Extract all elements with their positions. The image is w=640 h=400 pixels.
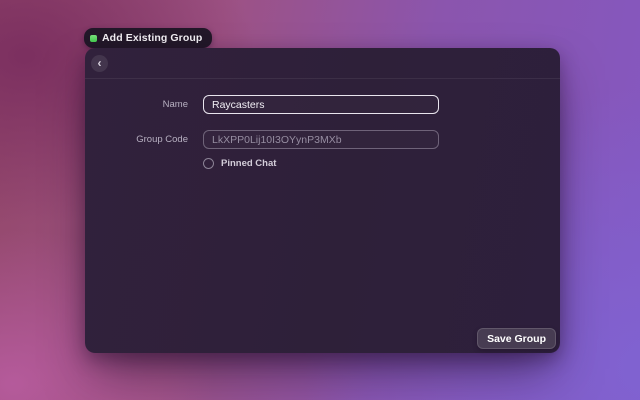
group-code-field-row: Group Code [85, 130, 560, 149]
window-header: ‹ [85, 48, 560, 79]
green-status-dot-icon [90, 35, 97, 42]
pinned-chat-label: Pinned Chat [221, 158, 276, 169]
badge-label: Add Existing Group [102, 32, 202, 44]
group-code-input[interactable] [203, 130, 439, 149]
name-label: Name [85, 99, 188, 110]
name-field-row: Name [85, 95, 560, 114]
pinned-chat-row: Pinned Chat [203, 158, 560, 169]
group-code-label: Group Code [85, 134, 188, 145]
desktop-background: Add Existing Group ‹ Name Group Code Pin… [0, 0, 640, 400]
back-button[interactable]: ‹ [91, 55, 108, 72]
pinned-chat-checkbox[interactable] [203, 158, 214, 169]
save-group-button[interactable]: Save Group [477, 328, 556, 349]
name-input[interactable] [203, 95, 439, 114]
add-existing-group-window: ‹ Name Group Code Pinned Chat Save Group [85, 48, 560, 353]
window-title-badge[interactable]: Add Existing Group [84, 28, 212, 48]
chevron-left-icon: ‹ [98, 57, 102, 69]
form-content: Name Group Code Pinned Chat [85, 79, 560, 169]
